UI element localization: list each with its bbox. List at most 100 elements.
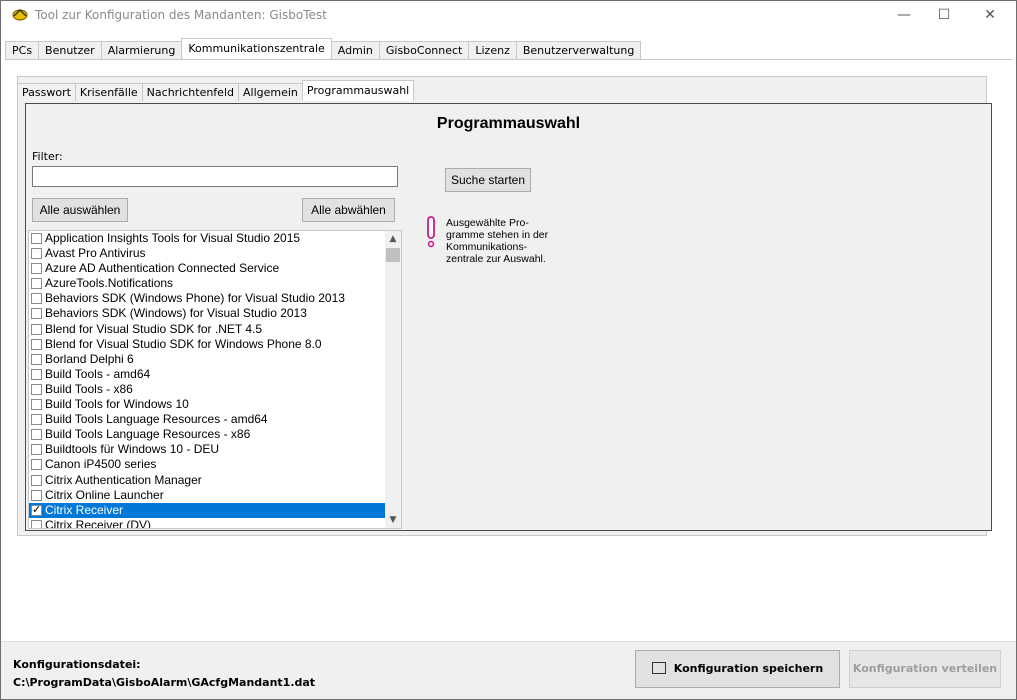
filter-column: Filter: Alle auswählen Alle abwählen App… (25, 142, 405, 531)
program-checkbox[interactable] (31, 519, 42, 528)
select-all-button[interactable]: Alle auswählen (32, 198, 128, 222)
program-label: Behaviors SDK (Windows Phone) for Visual… (45, 291, 345, 306)
program-list-item[interactable]: Blend for Visual Studio SDK for .NET 4.5 (29, 322, 401, 337)
program-list-item[interactable]: Avast Pro Antivirus (29, 246, 401, 261)
program-label: Citrix Online Launcher (45, 487, 164, 502)
program-list-item[interactable]: Blend for Visual Studio SDK for Windows … (29, 337, 401, 352)
filter-label: Filter: (32, 150, 63, 163)
program-checkbox[interactable] (31, 323, 42, 335)
program-list-item[interactable]: Behaviors SDK (Windows) for Visual Studi… (29, 306, 401, 321)
program-checkbox[interactable] (31, 503, 42, 518)
section-title: Programmauswahl (25, 103, 992, 143)
program-checkbox[interactable] (31, 474, 42, 486)
program-label: Build Tools Language Resources - amd64 (45, 412, 268, 427)
subtab-passwort[interactable]: Passwort (17, 83, 76, 101)
subtab-krisenfaelle[interactable]: Krisenfälle (74, 83, 143, 101)
config-file-path: C:\ProgramData\GisboAlarm\GAcfgMandant1.… (13, 676, 316, 689)
program-checkbox[interactable] (31, 399, 42, 411)
program-checkbox[interactable] (31, 233, 42, 244)
program-list-item[interactable]: Build Tools Language Resources - amd64 (29, 412, 401, 427)
program-label: Borland Delphi 6 (45, 351, 134, 366)
program-list-item[interactable]: Citrix Receiver (29, 502, 387, 518)
subtab-nachrichtenfeld[interactable]: Nachrichtenfeld (141, 83, 239, 101)
program-label: Build Tools - amd64 (45, 366, 151, 381)
main-tab-bar: PCs Benutzer Alarmierung Kommunikationsz… (5, 38, 642, 59)
subtab-programmauswahl[interactable]: Programmauswahl (301, 80, 415, 101)
deselect-all-button[interactable]: Alle abwählen (302, 198, 395, 222)
program-label: Citrix Authentication Manager (45, 472, 202, 487)
empty-right-column (572, 142, 992, 531)
program-checkbox[interactable] (31, 414, 42, 426)
program-checkbox[interactable] (31, 459, 42, 471)
app-logo-icon (12, 8, 28, 21)
subtab-allgemein[interactable]: Allgemein (238, 83, 303, 101)
program-label: Buildtools für Windows 10 - DEU (45, 442, 220, 457)
program-list-item[interactable]: Build Tools - amd64 (29, 367, 401, 382)
program-checkbox[interactable] (31, 444, 42, 456)
save-config-button[interactable]: Konfiguration speichern (635, 650, 840, 688)
tab-kommunikationszentrale[interactable]: Kommunikationszentrale (181, 38, 332, 59)
list-scrollbar[interactable]: ▲ ▼ (385, 231, 401, 528)
program-list-item[interactable]: Build Tools Language Resources - x86 (29, 427, 401, 442)
save-config-label: Konfiguration speichern (673, 662, 824, 675)
program-label: AzureTools.Notifications (45, 276, 174, 291)
program-checkbox[interactable] (31, 368, 42, 380)
program-checkbox[interactable] (31, 263, 42, 275)
program-label: Build Tools for Windows 10 (45, 397, 189, 412)
tab-admin[interactable]: Admin (330, 41, 380, 59)
scroll-up-arrow-icon[interactable]: ▲ (385, 231, 401, 247)
program-list-item[interactable]: Behaviors SDK (Windows Phone) for Visual… (29, 291, 401, 306)
program-label: Build Tools - x86 (45, 381, 133, 396)
program-checkbox[interactable] (31, 293, 42, 305)
program-list-item[interactable]: Azure AD Authentication Connected Servic… (29, 261, 401, 276)
program-list[interactable]: Application Insights Tools for Visual St… (28, 230, 402, 529)
hint-text: Ausgewählte Pro- gramme stehen in der Ko… (446, 217, 549, 265)
program-checkbox[interactable] (31, 429, 42, 441)
scroll-thumb[interactable] (386, 248, 400, 262)
program-checkbox[interactable] (31, 308, 42, 320)
config-file-label: Konfigurationsdatei: (13, 658, 141, 671)
program-list-item[interactable]: Buildtools für Windows 10 - DEU (29, 442, 401, 457)
program-label: Blend for Visual Studio SDK for .NET 4.5 (45, 321, 263, 336)
tab-gisboconnect[interactable]: GisboConnect (378, 41, 470, 59)
program-label: Application Insights Tools for Visual St… (45, 231, 301, 245)
program-checkbox[interactable] (31, 248, 42, 260)
search-start-button[interactable]: Suche starten (445, 168, 531, 192)
program-list-item[interactable]: Citrix Authentication Manager (29, 473, 401, 488)
program-list-item[interactable]: Citrix Receiver (DV) (29, 517, 401, 529)
program-checkbox[interactable] (31, 338, 42, 350)
sub-tab-bar: Passwort Krisenfälle Nachrichtenfeld All… (17, 80, 415, 101)
tab-pcs[interactable]: PCs (5, 41, 40, 59)
program-checkbox[interactable] (31, 489, 42, 501)
program-label: Canon iP4500 series (45, 457, 157, 472)
program-list-item[interactable]: Canon iP4500 series (29, 457, 401, 472)
program-checkbox[interactable] (31, 353, 42, 365)
program-label: Citrix Receiver (DV) (45, 517, 152, 529)
maximize-button[interactable]: ☐ (921, 1, 967, 29)
scroll-down-arrow-icon[interactable]: ▼ (385, 512, 401, 528)
program-list-item[interactable]: Build Tools - x86 (29, 382, 401, 397)
title-bar: Tool zur Konfiguration des Mandanten: Gi… (1, 1, 1016, 29)
exclamation-icon (427, 216, 435, 248)
footer-bar: Konfigurationsdatei: C:\ProgramData\Gisb… (1, 641, 1016, 699)
program-checkbox[interactable] (31, 383, 42, 395)
save-config-icon (651, 662, 666, 674)
program-list-item[interactable]: Citrix Online Launcher (29, 488, 401, 503)
filter-input[interactable] (32, 166, 398, 187)
program-list-item[interactable]: AzureTools.Notifications (29, 276, 401, 291)
distribute-config-button: Konfiguration verteilen (849, 650, 1001, 688)
program-label: Citrix Receiver (45, 502, 124, 517)
tab-benutzer[interactable]: Benutzer (38, 41, 102, 59)
program-label: Azure AD Authentication Connected Servic… (45, 261, 280, 276)
tab-benutzerverwaltung[interactable]: Benutzerverwaltung (515, 41, 642, 59)
program-list-item[interactable]: Build Tools for Windows 10 (29, 397, 401, 412)
program-checkbox[interactable] (31, 278, 42, 290)
program-list-item[interactable]: Borland Delphi 6 (29, 352, 401, 367)
program-list-item[interactable]: Application Insights Tools for Visual St… (29, 231, 401, 246)
close-button[interactable]: ✕ (967, 1, 1013, 29)
program-label: Blend for Visual Studio SDK for Windows … (45, 336, 322, 351)
tab-alarmierung[interactable]: Alarmierung (100, 41, 183, 59)
main-window: Tool zur Konfiguration des Mandanten: Gi… (0, 0, 1017, 700)
window-title: Tool zur Konfiguration des Mandanten: Gi… (35, 8, 327, 22)
tab-lizenz[interactable]: Lizenz (468, 41, 517, 59)
